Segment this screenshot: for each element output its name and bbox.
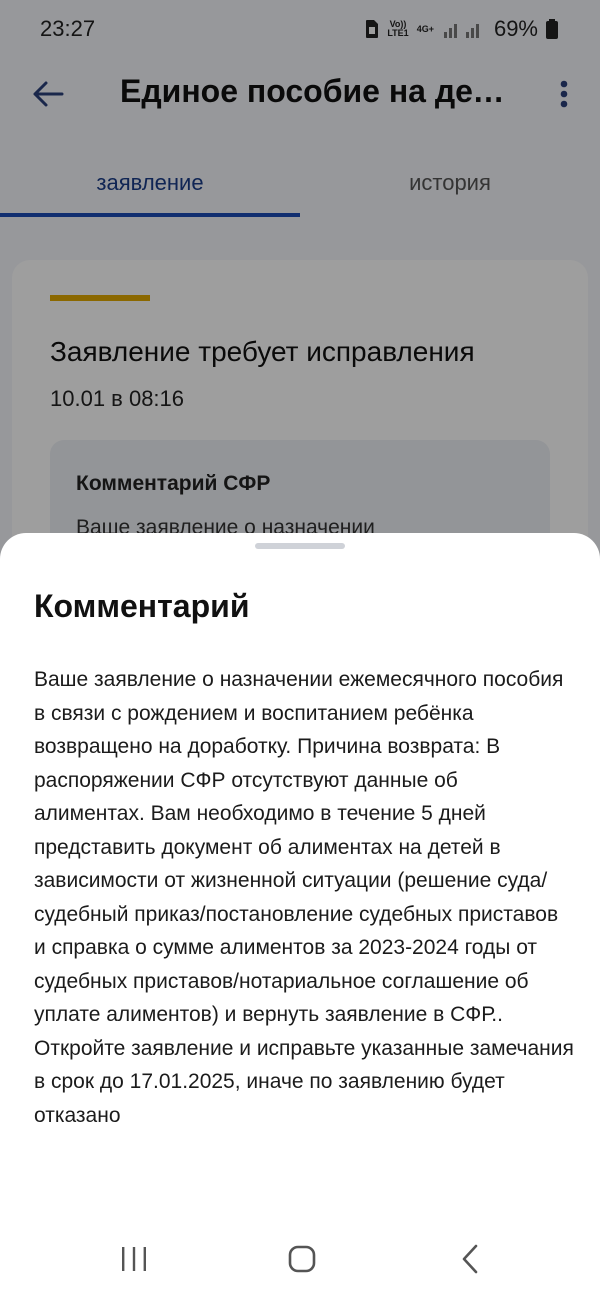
system-back-button[interactable] — [440, 1237, 500, 1281]
back-chevron-icon — [462, 1244, 478, 1274]
home-icon — [288, 1245, 316, 1273]
comment-bottom-sheet: Комментарий Ваше заявление о назначении … — [0, 533, 600, 1299]
sheet-drag-handle[interactable] — [255, 543, 345, 549]
sheet-title: Комментарий — [34, 588, 250, 624]
sheet-comment-text: Ваше заявление о назначении ежемесячного… — [34, 668, 574, 1127]
home-button[interactable] — [272, 1237, 332, 1281]
recent-apps-button[interactable] — [104, 1237, 164, 1281]
recent-apps-icon — [122, 1247, 146, 1271]
system-nav-bar — [0, 1225, 600, 1295]
